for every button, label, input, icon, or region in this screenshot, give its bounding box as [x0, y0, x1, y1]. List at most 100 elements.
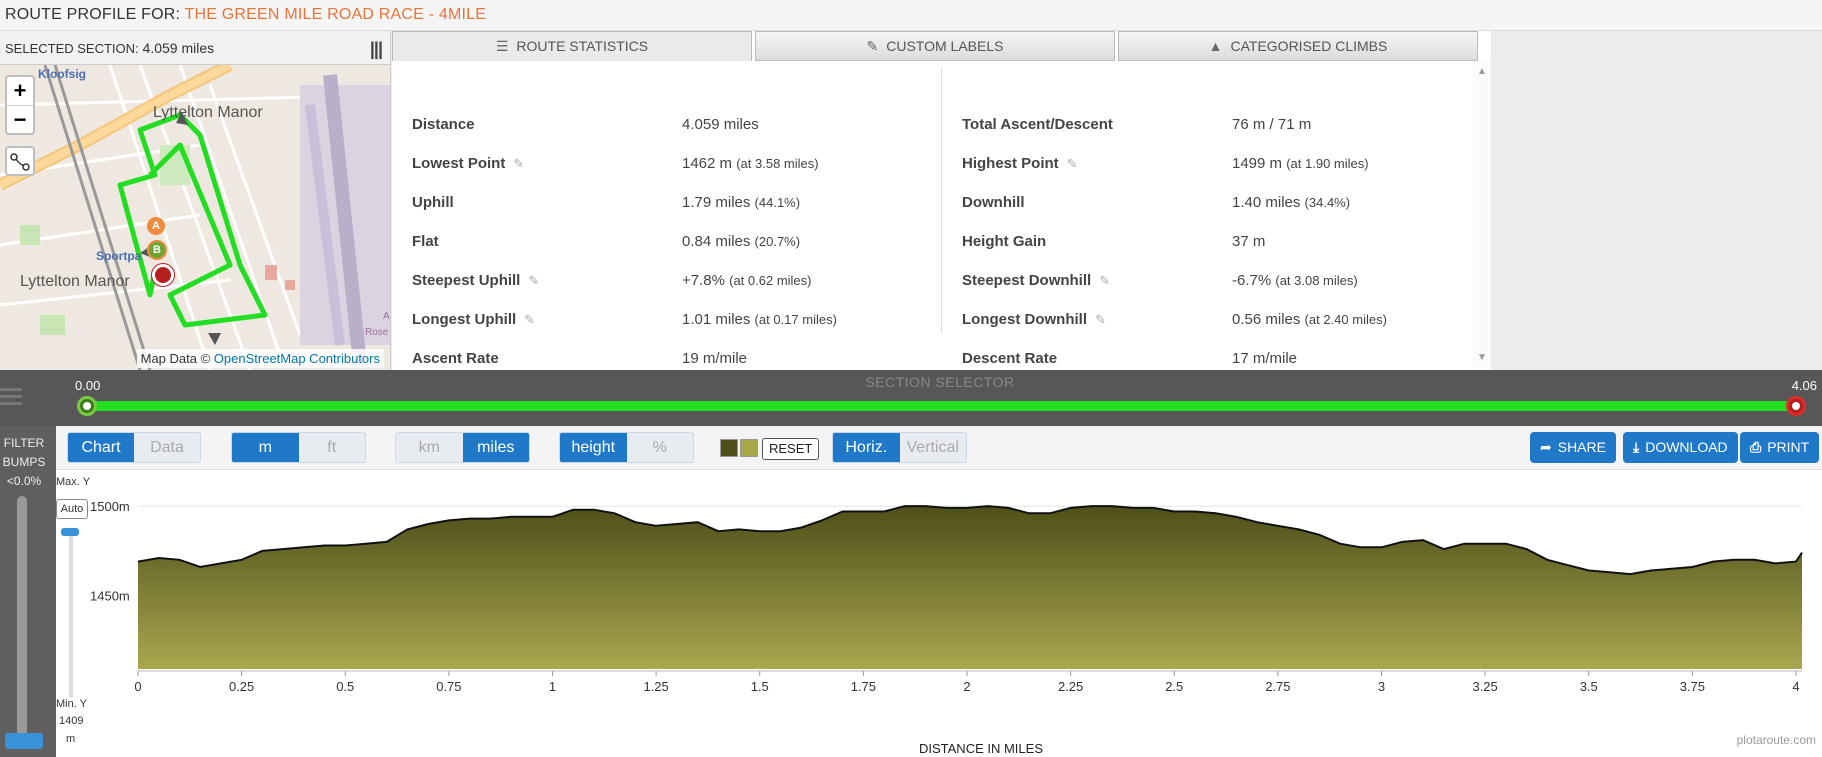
route-tool-button[interactable] [5, 146, 35, 176]
openstreetmap-link[interactable]: OpenStreetMap Contributors [214, 351, 380, 366]
mountain-icon: ▲ [1208, 38, 1223, 54]
stat-detail: (at 3.58 miles) [736, 156, 819, 171]
stat-detail: (at 1.90 miles) [1286, 156, 1369, 171]
edit-pencil-icon[interactable]: ✎ [528, 273, 539, 288]
x-tick-label: 2.25 [1058, 679, 1083, 694]
pencil-icon: ✎ [866, 38, 879, 54]
selector-end-label: 4.06 [1791, 378, 1817, 393]
zoom-in-button[interactable]: + [7, 77, 33, 105]
y-tick-label: 1500m [90, 499, 130, 514]
route-statistics: Distance 4.059 miles Lowest Point ✎ 1462 … [392, 68, 1471, 367]
tab-custom-labels[interactable]: ✎ CUSTOM LABELS [755, 31, 1115, 61]
tab-categorised-climbs[interactable]: ▲ CATEGORISED CLIMBS [1118, 31, 1478, 61]
chart-toolbar: Chart Data m ft km miles height % RESET … [56, 426, 1822, 470]
race-name[interactable]: THE GREEN MILE ROAD RACE - 4MILE [185, 6, 487, 23]
map-header: SELECTED SECTION: 4.059 miles ||| [0, 31, 390, 65]
tab-label: CUSTOM LABELS [886, 38, 1004, 54]
filter-label-line3: <0.0% [6, 474, 42, 488]
zoom-out-button[interactable]: − [7, 105, 33, 133]
stat-value: 76 m / 71 m [1232, 116, 1312, 133]
selector-start-handle[interactable] [77, 396, 97, 416]
finish-marker-icon[interactable] [152, 264, 174, 286]
print-button[interactable]: ⎙ PRINT [1740, 432, 1820, 463]
tab-label: ROUTE STATISTICS [516, 38, 649, 54]
header-prefix: ROUTE PROFILE FOR: [5, 6, 181, 23]
stat-value: 1.01 miles [682, 311, 751, 328]
stat-value: 17 m/mile [1232, 350, 1298, 367]
unit-m-button[interactable]: m [232, 433, 299, 462]
x-tick-label: 4 [1792, 679, 1799, 694]
filter-bumps-panel: FILTER BUMPS <0.0% [0, 426, 56, 757]
map-label-sportpark: Sportpa [96, 249, 142, 263]
section-selector-title: SECTION SELECTOR [865, 374, 1015, 390]
fill-color-dark-swatch[interactable] [720, 439, 738, 457]
stat-label: Steepest Uphill [412, 272, 521, 289]
share-label: SHARE [1557, 439, 1606, 455]
edit-pencil-icon[interactable]: ✎ [524, 312, 535, 327]
unit-ft-button[interactable]: ft [298, 433, 365, 462]
stats-panel: ☰ ROUTE STATISTICS ✎ CUSTOM LABELS ▲ CATEGO… [392, 31, 1491, 370]
x-tick-label: 0.5 [336, 679, 354, 694]
stat-value: -6.7% [1232, 272, 1272, 289]
map-label-lyttelton-manor-north: Lyttelton Manor [153, 104, 263, 121]
y-tick-label: 1450m [90, 589, 130, 604]
share-button[interactable]: ➦ SHARE [1530, 432, 1616, 463]
percent-mode-button[interactable]: % [626, 433, 693, 462]
edit-pencil-icon[interactable]: ✎ [513, 156, 524, 171]
filter-label-line1: FILTER [3, 436, 45, 450]
selector-range-bar[interactable] [86, 401, 1796, 411]
elevation-chart: Max. Y Auto Min. Y 1409 m 1500m 1450m 0 0.… [56, 470, 1822, 757]
fill-color-light-swatch[interactable] [740, 439, 758, 457]
stat-detail: (at 0.62 miles) [729, 273, 812, 288]
reset-button[interactable]: RESET [762, 438, 820, 460]
stat-label: Longest Uphill [412, 311, 517, 328]
distance-unit-toggle: km miles [395, 432, 530, 463]
tab-route-statistics[interactable]: ☰ ROUTE STATISTICS [392, 31, 752, 61]
stat-detail: (20.7%) [754, 234, 801, 249]
menu-icon[interactable] [0, 388, 22, 409]
scroll-up-icon[interactable]: ▲ [1477, 66, 1487, 77]
download-icon: ⤓ [1633, 439, 1640, 455]
edit-pencil-icon[interactable]: ✎ [1095, 312, 1106, 327]
height-mode-button[interactable]: height [560, 433, 627, 462]
tab-label: CATEGORISED CLIMBS [1230, 38, 1388, 54]
horizontal-button[interactable]: Horiz. [833, 433, 900, 462]
marker-a[interactable]: A [147, 217, 165, 235]
view-toggle: Chart Data [67, 432, 201, 463]
data-view-button[interactable]: Data [134, 433, 200, 462]
unit-miles-button[interactable]: miles [462, 433, 529, 462]
stat-value: 1.40 miles [1232, 194, 1301, 211]
elevation-plot[interactable]: 1500m 1450m 0 0.25 0.5 0.75 1 1.25 1.5 1.75 2 2.25… [56, 470, 1822, 757]
stat-value: 4.059 miles [682, 116, 759, 133]
edit-pencil-icon[interactable]: ✎ [1099, 273, 1110, 288]
x-tick-label: 3.25 [1472, 679, 1497, 694]
x-tick-label: 1.5 [751, 679, 769, 694]
share-icon: ➦ [1540, 439, 1552, 455]
stats-scrollbar[interactable]: ▲ ▼ [1473, 62, 1491, 367]
filter-slider-thumb[interactable] [5, 733, 43, 749]
selected-section-label: SELECTED SECTION: [5, 41, 139, 56]
filter-label-line2: BUMPS [2, 455, 46, 469]
filter-slider-track[interactable] [17, 496, 27, 746]
stat-label: Highest Point [962, 155, 1059, 172]
download-button[interactable]: ⤓ DOWNLOAD [1623, 432, 1738, 463]
route-map[interactable]: Kloofsig Lyttelton Manor Sportpa Lyttelt… [0, 65, 390, 370]
tab-bar: ☰ ROUTE STATISTICS ✎ CUSTOM LABELS ▲ CATEGO… [392, 31, 1491, 62]
scroll-down-icon[interactable]: ▼ [1477, 352, 1487, 363]
stat-label: Steepest Downhill [962, 272, 1092, 289]
vertical-button[interactable]: Vertical [899, 433, 966, 462]
x-tick-label: 1.75 [851, 679, 876, 694]
elevation-area [138, 506, 1802, 669]
attribution-prefix: Map Data © [140, 351, 211, 366]
marker-b[interactable]: B [147, 240, 167, 260]
edit-pencil-icon[interactable]: ✎ [1067, 156, 1078, 171]
columns-icon[interactable]: ||| [370, 39, 383, 60]
chart-view-button[interactable]: Chart [68, 433, 134, 462]
print-label: PRINT [1767, 439, 1810, 455]
selector-end-handle[interactable] [1786, 396, 1806, 416]
section-selector: SECTION SELECTOR 0.00 4.06 [0, 370, 1822, 426]
unit-km-button[interactable]: km [396, 433, 463, 462]
stat-value: 1462 m [682, 155, 733, 172]
x-tick-label: 2.75 [1265, 679, 1290, 694]
top-section: SELECTED SECTION: 4.059 miles ||| Kloofs… [0, 31, 1822, 370]
